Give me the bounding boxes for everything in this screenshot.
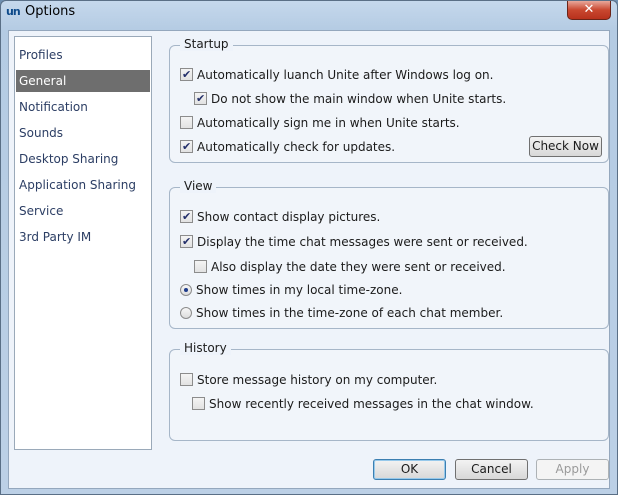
show-time-label: Display the time chat messages were sent… [197,235,528,249]
store-history-label: Store message history on my computer. [197,373,438,387]
hide-main-window-option[interactable]: Do not show the main window when Unite s… [194,90,506,108]
show-time-checkbox[interactable] [180,233,193,251]
window-title: Options [25,4,76,19]
ok-button[interactable]: OK [373,459,446,480]
show-pictures-label: Show contact display pictures. [197,210,381,224]
hide-main-window-label: Do not show the main window when Unite s… [211,92,507,106]
show-recent-option[interactable]: Show recently received messages in the c… [192,395,534,413]
show-pictures-option[interactable]: Show contact display pictures. [180,208,380,226]
local-timezone-option[interactable]: Show times in my local time-zone. [180,281,402,299]
sidebar-item-notification[interactable]: Notification [16,96,150,118]
member-timezone-radio[interactable] [180,307,192,319]
hide-main-window-checkbox[interactable] [194,90,207,108]
auto-launch-checkbox[interactable] [180,66,193,84]
auto-launch-label: Automatically luanch Unite after Windows… [197,68,494,82]
show-date-option[interactable]: Also display the date they were sent or … [194,258,506,276]
local-timezone-label: Show times in my local time-zone. [196,283,403,297]
startup-group-title: Startup [180,37,233,51]
local-timezone-radio[interactable] [180,284,192,296]
show-recent-checkbox[interactable] [192,397,205,410]
close-button[interactable]: ✕ [567,1,611,20]
cancel-button[interactable]: Cancel [455,459,528,480]
options-window: un Options ✕ Profiles General Notificati… [0,0,618,495]
auto-launch-option[interactable]: Automatically luanch Unite after Windows… [180,66,493,84]
show-pictures-checkbox[interactable] [180,208,193,226]
store-history-option[interactable]: Store message history on my computer. [180,371,437,389]
history-group-title: History [180,341,231,355]
auto-update-checkbox[interactable] [180,138,193,156]
category-list: Profiles General Notification Sounds Des… [14,36,152,450]
view-group: View Show contact display pictures. Disp… [169,179,609,329]
startup-group: Startup Automatically luanch Unite after… [169,37,609,163]
member-timezone-option[interactable]: Show times in the time-zone of each chat… [180,304,503,322]
sidebar-item-sounds[interactable]: Sounds [16,122,150,144]
auto-update-label: Automatically check for updates. [197,140,396,154]
auto-update-option[interactable]: Automatically check for updates. [180,138,395,156]
history-group: History Store message history on my comp… [169,341,609,441]
member-timezone-label: Show times in the time-zone of each chat… [196,306,504,320]
show-recent-label: Show recently received messages in the c… [209,397,534,411]
show-time-option[interactable]: Display the time chat messages were sent… [180,233,528,251]
check-now-button[interactable]: Check Now [529,136,602,157]
show-date-label: Also display the date they were sent or … [211,260,506,274]
dialog-body: Profiles General Notification Sounds Des… [8,30,610,489]
auto-signin-option[interactable]: Automatically sign me in when Unite star… [180,114,460,132]
sidebar-item-general[interactable]: General [16,70,150,92]
sidebar-item-service[interactable]: Service [16,200,150,222]
title-bar[interactable]: un Options ✕ [1,1,617,23]
sidebar-item-desktop-sharing[interactable]: Desktop Sharing [16,148,150,170]
auto-signin-label: Automatically sign me in when Unite star… [197,116,460,130]
show-date-checkbox[interactable] [194,260,207,273]
apply-button[interactable]: Apply [536,459,609,480]
sidebar-item-application-sharing[interactable]: Application Sharing [16,174,150,196]
store-history-checkbox[interactable] [180,373,193,386]
view-group-title: View [180,179,217,193]
sidebar-item-profiles[interactable]: Profiles [16,44,150,66]
auto-signin-checkbox[interactable] [180,116,193,129]
sidebar-item-3rd-party-im[interactable]: 3rd Party IM [16,226,150,248]
app-logo-icon: un [6,5,21,18]
